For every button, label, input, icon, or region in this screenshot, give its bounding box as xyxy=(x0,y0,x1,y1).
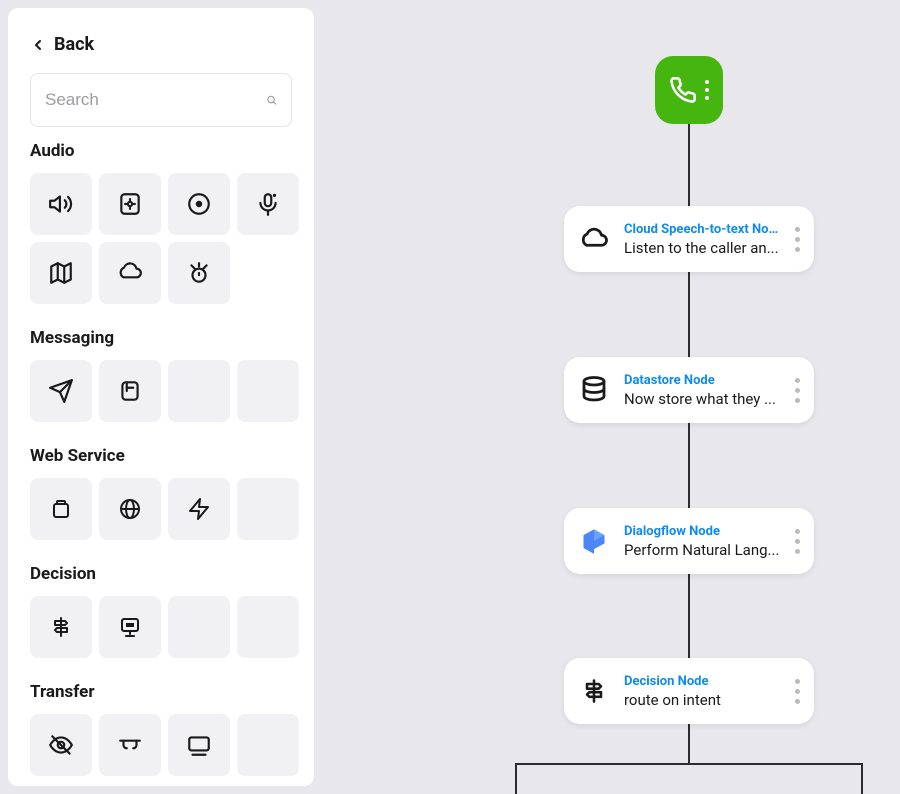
flow-node-speech-to-text[interactable]: Cloud Speech-to-text Node Listen to the … xyxy=(564,206,814,272)
flow-node-text: Cloud Speech-to-text Node Listen to the … xyxy=(624,222,781,257)
branch-right xyxy=(861,763,863,794)
tool-map[interactable] xyxy=(30,242,92,304)
flow-node-datastore[interactable]: Datastore Node Now store what they ... xyxy=(564,357,814,423)
map-icon xyxy=(48,260,74,286)
tool-eye-off[interactable] xyxy=(30,714,92,776)
tool-package[interactable] xyxy=(30,478,92,540)
branch-horizontal xyxy=(515,763,863,765)
connector-3 xyxy=(688,423,690,508)
back-button[interactable]: Back xyxy=(30,34,292,55)
display-icon xyxy=(186,732,212,758)
tool-zap[interactable] xyxy=(168,478,230,540)
tool-globe[interactable] xyxy=(99,478,161,540)
tool-grid-transfer xyxy=(30,714,292,776)
tool-record[interactable] xyxy=(168,173,230,235)
package-icon xyxy=(49,497,73,521)
signpost-icon xyxy=(49,615,73,639)
search-icon xyxy=(266,89,277,111)
tool-cloud[interactable] xyxy=(99,242,161,304)
flow-node-menu[interactable] xyxy=(795,378,800,403)
flow-node-title: Cloud Speech-to-text Node xyxy=(624,222,781,237)
search-box[interactable] xyxy=(30,73,292,127)
connector-1 xyxy=(688,124,690,206)
bridge-icon xyxy=(117,732,143,758)
flow-node-dialogflow[interactable]: Dialogflow Node Perform Natural Lang... xyxy=(564,508,814,574)
tool-settings-card[interactable] xyxy=(99,173,161,235)
flow-node-desc: Now store what they ... xyxy=(624,390,781,408)
tool-send[interactable] xyxy=(30,360,92,422)
flow-node-desc: Listen to the caller an... xyxy=(624,239,781,257)
start-node[interactable] xyxy=(655,56,723,124)
section-title-messaging: Messaging xyxy=(30,328,292,348)
zap-icon xyxy=(187,497,211,521)
connector-2 xyxy=(688,272,690,357)
note-icon xyxy=(117,378,143,404)
sidebar: Back Audio Messaging xyxy=(8,8,314,786)
monitor-icon xyxy=(118,615,142,639)
send-icon xyxy=(48,378,74,404)
section-title-webservice: Web Service xyxy=(30,446,292,466)
back-label: Back xyxy=(54,34,94,55)
phone-icon xyxy=(669,76,697,104)
cloud-icon xyxy=(578,223,610,255)
tool-speaker[interactable] xyxy=(30,173,92,235)
tool-grid-audio xyxy=(30,173,292,304)
eye-off-icon xyxy=(48,732,74,758)
tool-bridge[interactable] xyxy=(99,714,161,776)
tool-grid-messaging xyxy=(30,360,292,422)
flow-node-menu[interactable] xyxy=(795,227,800,252)
flow-node-title: Decision Node xyxy=(624,674,781,689)
tool-transfer-empty[interactable] xyxy=(237,714,299,776)
globe-icon xyxy=(118,497,142,521)
tool-alert[interactable] xyxy=(168,242,230,304)
tool-note[interactable] xyxy=(99,360,161,422)
tool-grid-decision xyxy=(30,596,292,658)
flow-node-menu[interactable] xyxy=(795,679,800,704)
start-node-menu[interactable] xyxy=(705,80,709,100)
alert-icon xyxy=(186,260,212,286)
chevron-left-icon xyxy=(30,37,46,53)
flow-node-title: Dialogflow Node xyxy=(624,524,781,539)
tool-messaging-empty-1[interactable] xyxy=(168,360,230,422)
tool-microphone[interactable] xyxy=(237,173,299,235)
tool-webservice-empty[interactable] xyxy=(237,478,299,540)
tool-signpost[interactable] xyxy=(30,596,92,658)
section-title-audio: Audio xyxy=(30,141,292,161)
connector-5 xyxy=(688,724,690,764)
search-input[interactable] xyxy=(45,90,266,110)
tool-display[interactable] xyxy=(168,714,230,776)
tool-decision-empty-2[interactable] xyxy=(237,596,299,658)
cloud-icon xyxy=(117,260,143,286)
section-title-transfer: Transfer xyxy=(30,682,292,702)
gear-card-icon xyxy=(117,191,143,217)
flow-node-text: Decision Node route on intent xyxy=(624,674,781,709)
signpost-icon xyxy=(578,675,610,707)
flow-node-title: Datastore Node xyxy=(624,373,781,388)
record-icon xyxy=(186,191,212,217)
flow-node-menu[interactable] xyxy=(795,529,800,554)
database-icon xyxy=(578,374,610,406)
flow-node-text: Dialogflow Node Perform Natural Lang... xyxy=(624,524,781,559)
speaker-icon xyxy=(48,191,74,217)
tool-messaging-empty-2[interactable] xyxy=(237,360,299,422)
microphone-icon xyxy=(255,191,281,217)
flow-node-desc: route on intent xyxy=(624,691,781,709)
branch-left xyxy=(515,763,517,794)
tool-monitor[interactable] xyxy=(99,596,161,658)
flow-canvas[interactable]: Cloud Speech-to-text Node Listen to the … xyxy=(320,0,900,794)
flow-node-decision[interactable]: Decision Node route on intent xyxy=(564,658,814,724)
flow-node-text: Datastore Node Now store what they ... xyxy=(624,373,781,408)
connector-4 xyxy=(688,573,690,658)
tool-grid-webservice xyxy=(30,478,292,540)
tool-decision-empty-1[interactable] xyxy=(168,596,230,658)
dialogflow-icon xyxy=(578,525,610,557)
flow-node-desc: Perform Natural Lang... xyxy=(624,541,781,559)
section-title-decision: Decision xyxy=(30,564,292,584)
